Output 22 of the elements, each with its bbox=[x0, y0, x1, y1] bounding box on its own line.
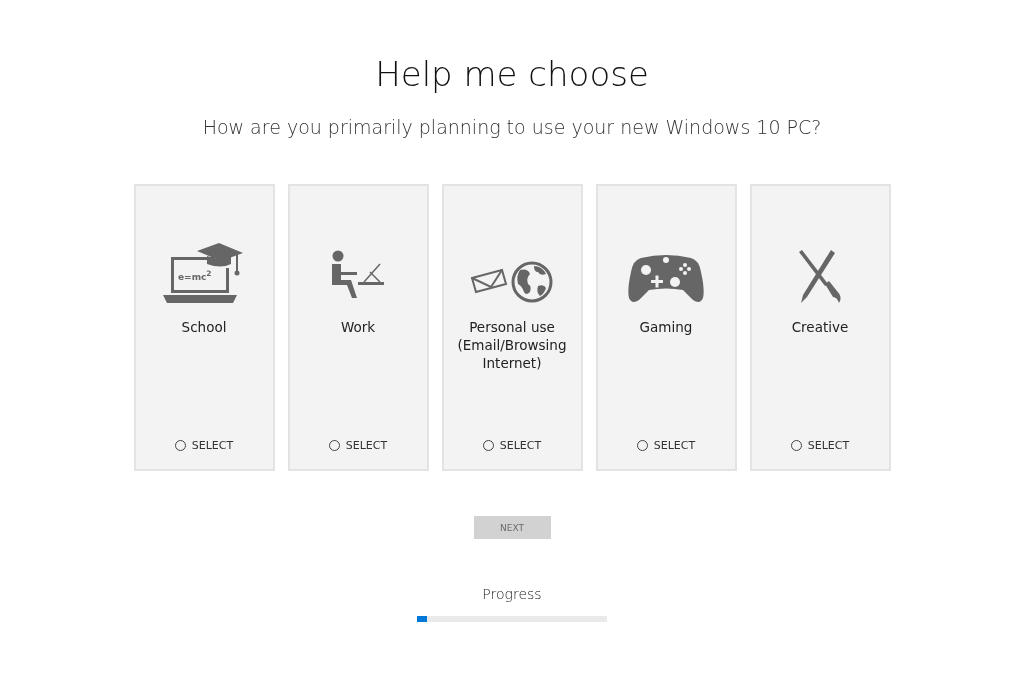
select-radio[interactable]: SELECT bbox=[328, 439, 388, 452]
page-title: Help me choose bbox=[375, 53, 649, 96]
option-card[interactable]: Personal use (Email/Browsing Internet) SELECT bbox=[441, 184, 583, 471]
option-label: Work bbox=[339, 318, 377, 336]
option-card[interactable]: Gaming SELECT bbox=[595, 184, 737, 471]
option-label: Personal use (Email/Browsing Internet) bbox=[456, 318, 568, 372]
option-card[interactable]: Work SELECT bbox=[287, 184, 429, 471]
option-label: Gaming bbox=[638, 318, 694, 336]
select-radio[interactable]: SELECT bbox=[482, 439, 542, 452]
select-radio[interactable]: SELECT bbox=[174, 439, 234, 452]
pen-and-brush-icon bbox=[797, 248, 843, 304]
select-radio[interactable]: SELECT bbox=[636, 439, 696, 452]
option-label: School bbox=[180, 318, 228, 336]
game-controller-icon bbox=[627, 252, 705, 304]
option-card[interactable]: e=mc$^{2}$ School SELECT bbox=[133, 184, 275, 471]
option-label: Creative bbox=[790, 318, 850, 336]
question-text: How are you primarily planning to use your new Windows 10 PC? bbox=[202, 116, 822, 138]
progress-label: Progress bbox=[482, 586, 542, 602]
formula-text: e=mc$^{2}$ bbox=[178, 269, 212, 282]
envelope-globe-icon bbox=[470, 260, 554, 304]
option-card[interactable]: Creative SELECT bbox=[749, 184, 891, 471]
select-radio[interactable]: SELECT bbox=[790, 439, 850, 452]
